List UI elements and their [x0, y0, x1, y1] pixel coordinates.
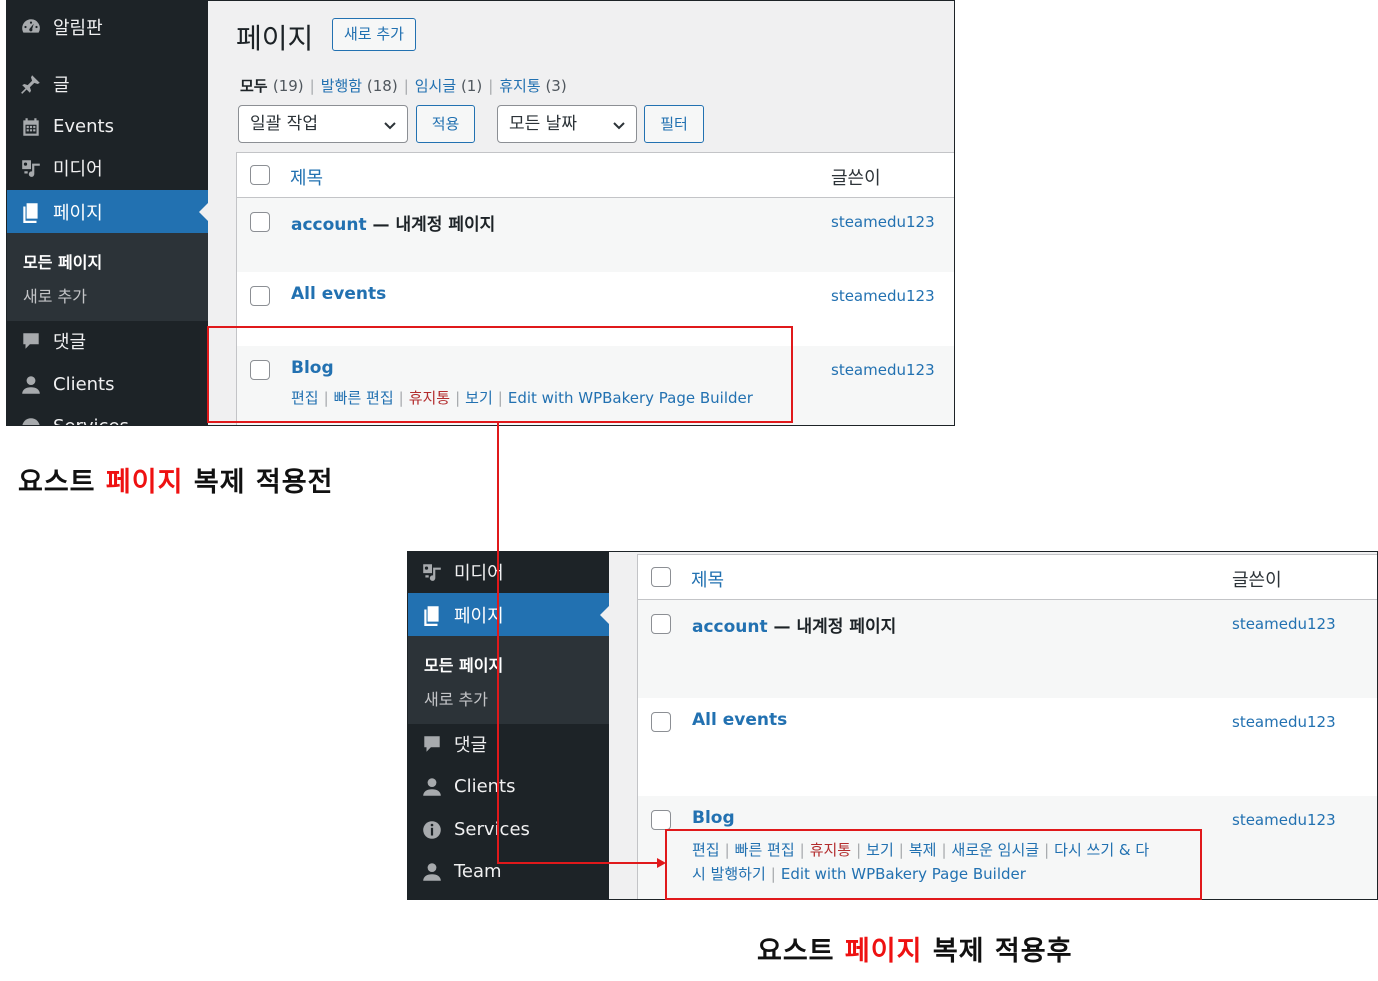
caption-after: 요스트 페이지 복제 적용후 [757, 936, 1073, 967]
connector-line [497, 423, 660, 864]
connector-arrowhead [657, 858, 666, 868]
caption-before: 요스트 페이지 복제 적용전 [18, 467, 334, 498]
